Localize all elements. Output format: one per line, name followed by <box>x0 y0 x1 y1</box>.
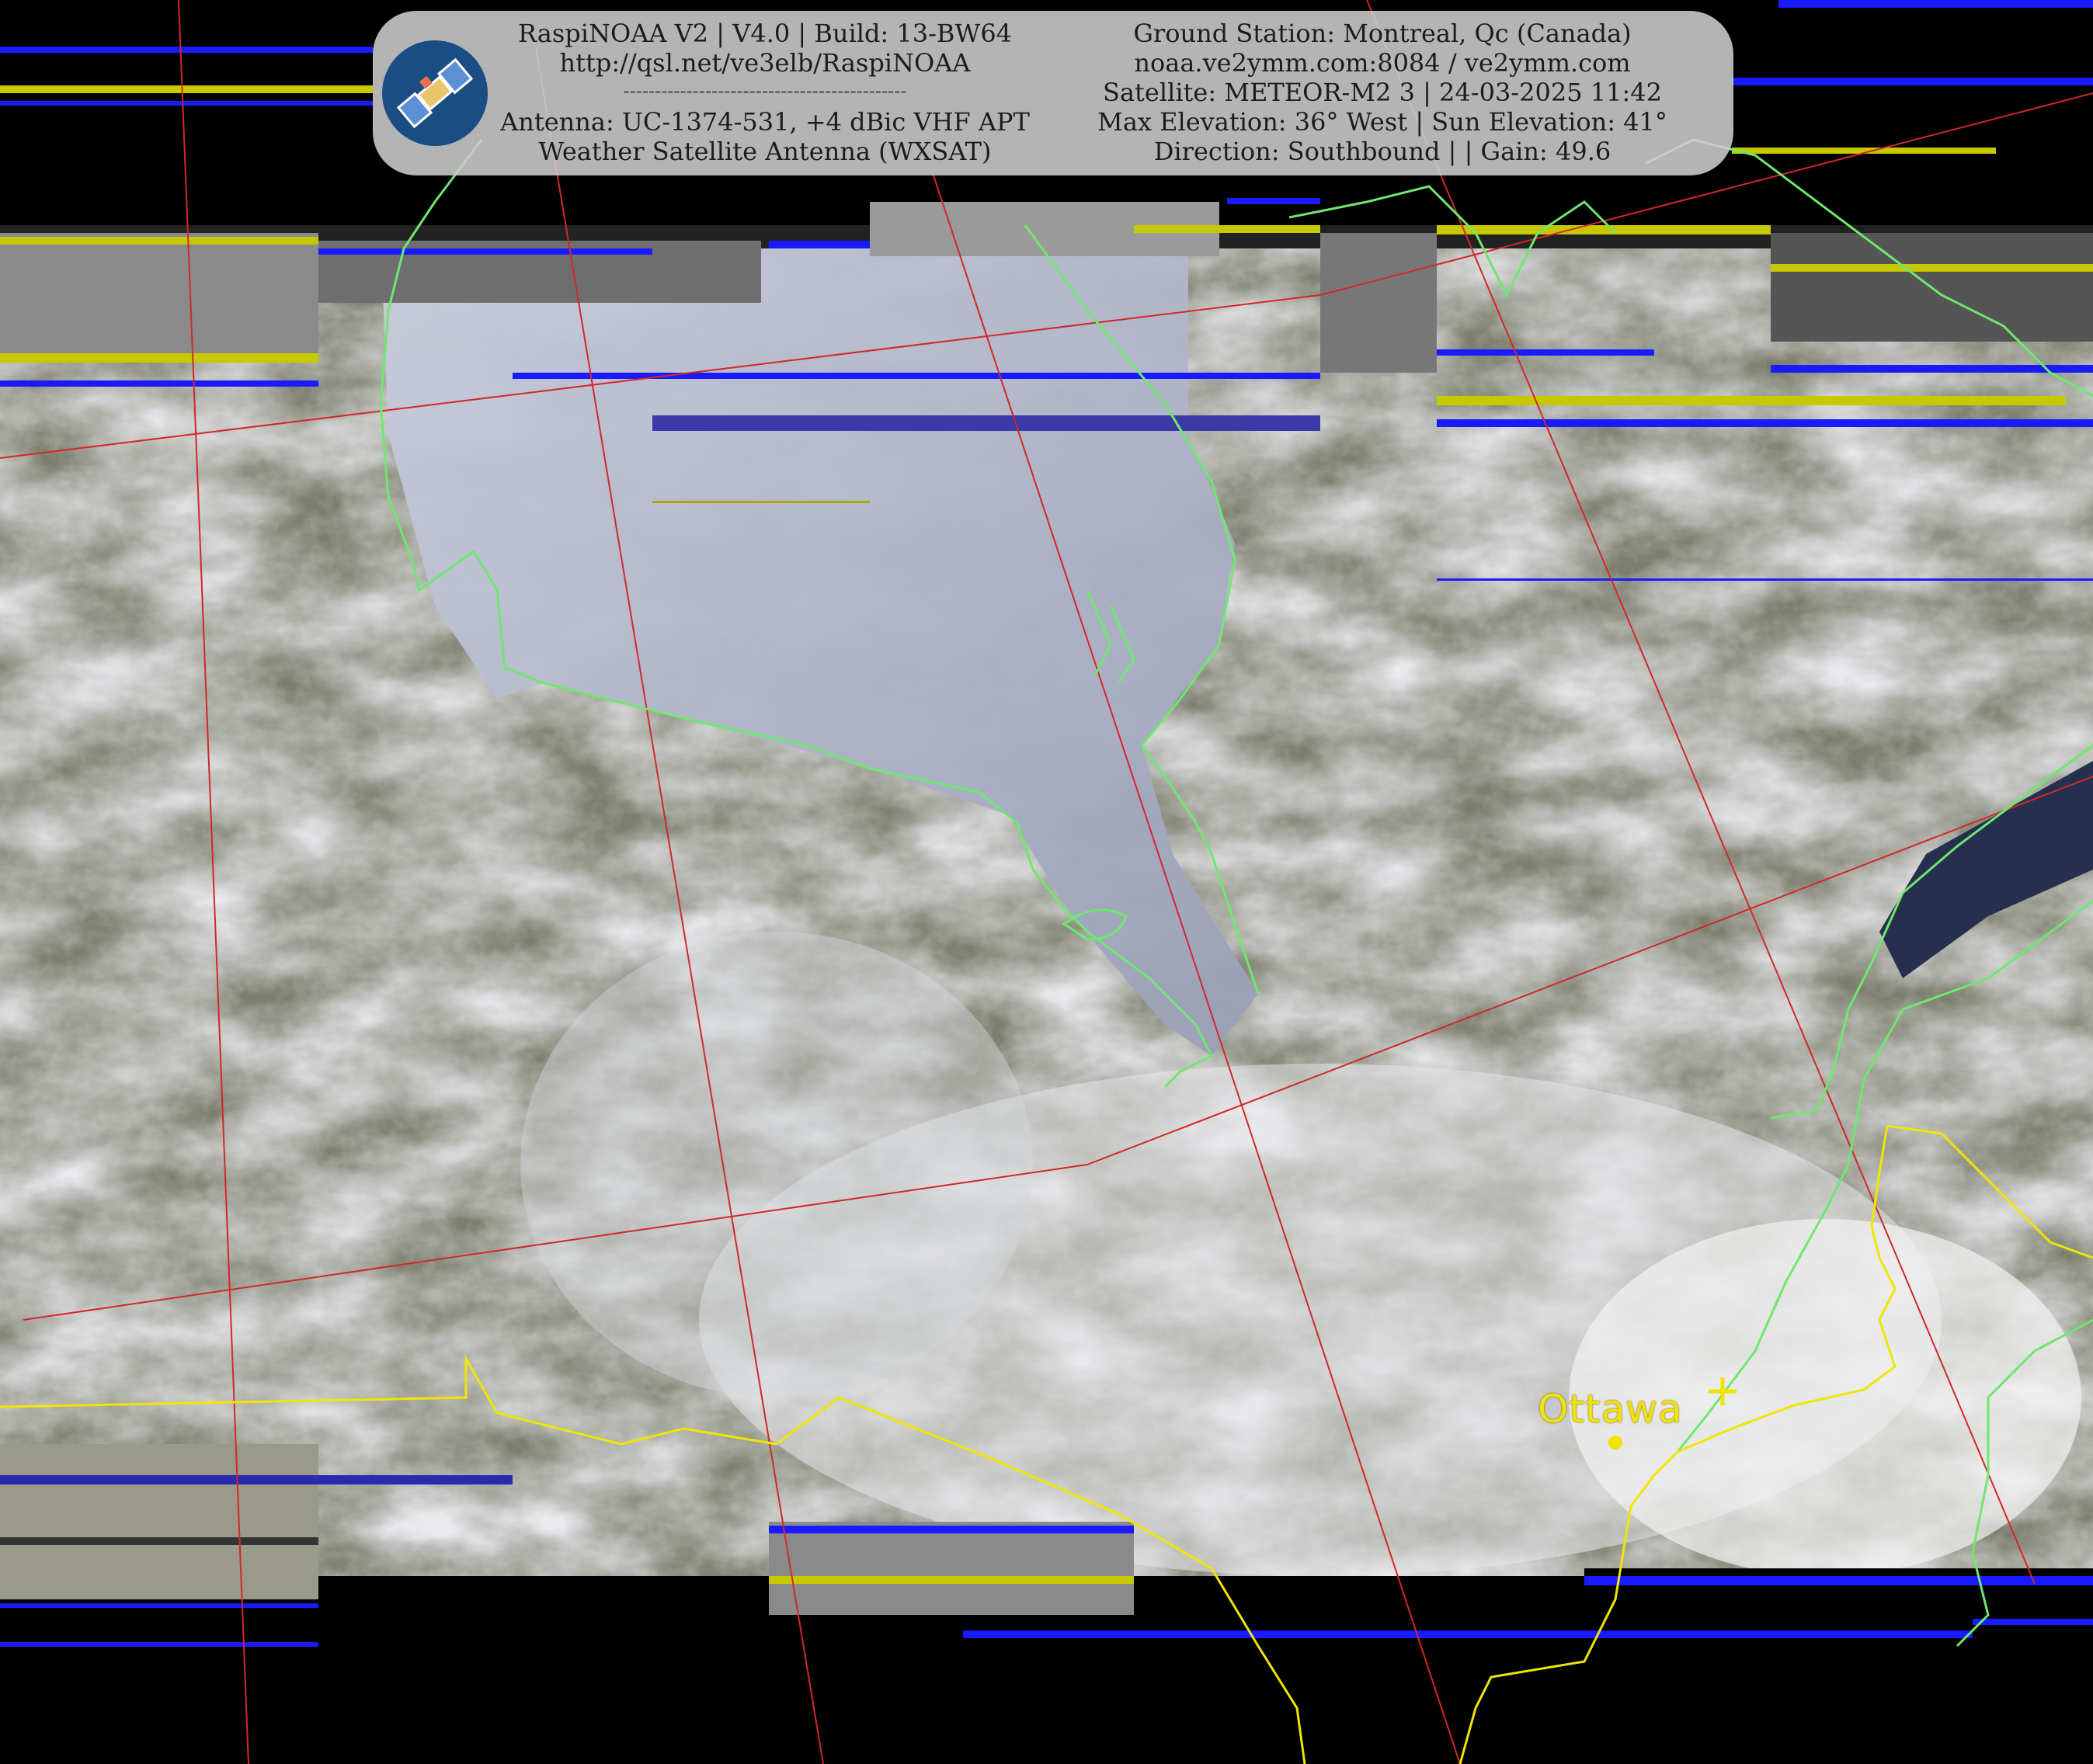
scanline <box>1437 396 2066 405</box>
signal-noise-band <box>769 1522 1134 1615</box>
logo <box>382 40 488 146</box>
cloud-mass <box>520 932 1033 1398</box>
header-station-line: Ground Station: Montreal, Qc (Canada) <box>1133 19 1632 48</box>
signal-noise-band <box>0 1444 318 1599</box>
satellite-image-viewer: RaspiNOAA V2 | V4.0 | Build: 13-BW64 htt… <box>0 0 2093 1764</box>
scanline <box>0 47 373 53</box>
scanline <box>0 380 318 387</box>
scanline <box>1973 1619 2093 1625</box>
signal-noise-band <box>1320 233 1437 373</box>
header-antenna-line: Antenna: UC-1374-531, +4 dBic VHF APT <box>500 107 1030 137</box>
header-website-line[interactable]: noaa.ve2ymm.com:8084 / ve2ymm.com <box>1080 48 1685 78</box>
scanline <box>0 101 373 106</box>
signal-noise-band <box>0 233 318 357</box>
scanline <box>1437 349 1654 356</box>
scanline <box>0 353 318 363</box>
scanline <box>1732 78 2093 85</box>
scanline <box>769 1526 1134 1533</box>
header-software-line: RaspiNOAA V2 | V4.0 | Build: 13-BW64 <box>517 19 1013 48</box>
satellite-icon <box>396 57 474 129</box>
scanline <box>1437 419 2093 427</box>
scanline <box>0 1603 318 1608</box>
scanline <box>652 415 1320 431</box>
scanline <box>0 85 373 93</box>
scanline <box>0 1642 318 1647</box>
header-direction-line: Direction: Southbound | | Gain: 49.6 <box>1153 137 1611 166</box>
scanline <box>1227 198 1320 204</box>
scanline <box>513 373 1320 379</box>
scanline <box>652 501 870 503</box>
city-label: Ottawa <box>1538 1387 1683 1432</box>
scanline <box>769 241 870 248</box>
scanline <box>1771 264 2093 272</box>
header-url-line[interactable]: http://qsl.net/ve3elb/RaspiNOAA <box>482 48 1048 78</box>
scanline <box>0 237 318 245</box>
header-separator: ----------------------------------------… <box>623 80 907 102</box>
scanline <box>963 1630 1973 1638</box>
scanline <box>318 248 652 255</box>
scanline <box>769 1576 1134 1584</box>
no-signal-region <box>1584 1568 2093 1615</box>
scanline <box>1437 578 2093 581</box>
scanline <box>0 1475 513 1484</box>
scanline <box>0 1537 318 1545</box>
header-elevation-line: Max Elevation: 36° West | Sun Elevation:… <box>1097 107 1667 137</box>
header-satellite-line: Satellite: METEOR-M2 3 | 24-03-2025 11:4… <box>1103 78 1662 107</box>
header-antenna-type-line: Weather Satellite Antenna (WXSAT) <box>538 137 992 166</box>
city-marker <box>1608 1436 1622 1450</box>
scanline <box>1778 0 2093 8</box>
satellite-imagery <box>0 0 2093 1764</box>
scanline <box>1584 1576 2093 1585</box>
scanline <box>1437 225 1771 234</box>
scanline <box>1134 225 1320 233</box>
